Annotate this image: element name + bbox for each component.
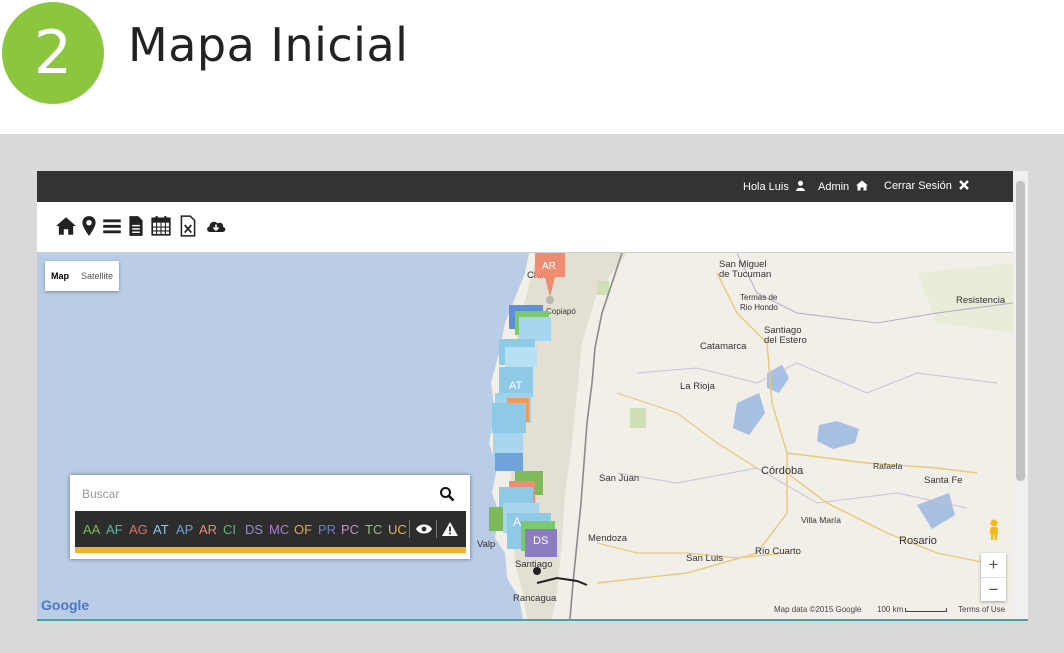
step-number-badge: 2 [2, 2, 104, 104]
top-bar: Hola Luis Admin Cerrar Sesión [37, 171, 1013, 202]
search-placeholder: Buscar [82, 487, 120, 501]
user-greeting-link[interactable]: Hola Luis [743, 180, 806, 193]
search-filter-panel: Buscar AA AF AG AT AP AR CI DS MC OF PR … [70, 475, 470, 559]
divider [436, 520, 437, 538]
zoom-in-button[interactable]: + [981, 553, 1006, 577]
panel-accent-bar [75, 547, 466, 553]
user-greeting-label: Hola Luis [743, 181, 789, 193]
marker[interactable] [519, 317, 551, 341]
category-filter-ap[interactable]: AP [176, 522, 193, 537]
toolbar [37, 202, 1013, 253]
category-filter-pr[interactable]: PR [318, 522, 336, 537]
category-filter-aa[interactable]: AA [83, 522, 100, 537]
zoom-out-button[interactable]: − [981, 577, 1006, 602]
map-scale: 100 km [877, 605, 948, 614]
eye-icon[interactable] [416, 523, 432, 535]
street-view-pegman-icon[interactable] [988, 519, 1000, 541]
close-icon [959, 180, 969, 190]
cloud-download-icon[interactable] [205, 215, 227, 237]
category-filter-ag[interactable]: AG [129, 522, 148, 537]
search-icon[interactable] [439, 486, 455, 502]
category-filter-af[interactable]: AF [106, 522, 123, 537]
home-icon[interactable] [55, 215, 77, 237]
home-icon [856, 180, 869, 191]
app-window: Hola Luis Admin Cerrar Sesión Map Satell… [37, 171, 1028, 621]
category-filter-ci[interactable]: CI [223, 522, 236, 537]
excel-export-icon[interactable] [177, 215, 199, 237]
category-filter-ar[interactable]: AR [199, 522, 217, 537]
marker[interactable] [505, 347, 537, 367]
step-title: Mapa Inicial [128, 18, 409, 72]
category-filter-tc[interactable]: TC [365, 522, 382, 537]
category-filter-mc[interactable]: MC [269, 522, 289, 537]
marker-label: AT [509, 380, 523, 392]
calendar-icon[interactable] [150, 215, 172, 237]
zoom-control: + − [981, 553, 1006, 601]
document-icon[interactable] [125, 215, 147, 237]
user-icon [796, 180, 805, 191]
terms-of-use-link[interactable]: Terms of Use [958, 605, 1005, 614]
admin-label: Admin [818, 181, 850, 193]
logout-link[interactable]: Cerrar Sesión [884, 180, 969, 192]
marker-label: DS [533, 535, 549, 547]
admin-link[interactable]: Admin [818, 180, 869, 193]
list-icon[interactable] [101, 215, 123, 237]
marker-pin[interactable] [535, 253, 565, 297]
marker-label: AR [542, 261, 556, 272]
scrollbar-thumb[interactable] [1016, 181, 1025, 481]
marker[interactable] [495, 453, 523, 471]
vertical-scrollbar[interactable] [1013, 171, 1028, 619]
divider [409, 520, 410, 538]
google-logo: Google [41, 597, 90, 613]
category-filter-bar: AA AF AG AT AP AR CI DS MC OF PR PC TC U… [75, 511, 466, 547]
search-input[interactable]: Buscar [77, 479, 463, 509]
map-pin-icon[interactable] [78, 215, 100, 237]
marker-label: A [513, 515, 522, 529]
category-filter-of[interactable]: OF [294, 522, 312, 537]
category-filter-pc[interactable]: PC [341, 522, 359, 537]
map-data-attribution: Map data ©2015 Google [774, 605, 862, 614]
category-filter-uc[interactable]: UC [388, 522, 407, 537]
map-markers [489, 253, 565, 575]
category-filter-ds[interactable]: DS [245, 522, 263, 537]
category-filter-at[interactable]: AT [153, 522, 169, 537]
scale-bar [905, 607, 948, 612]
map-view[interactable]: Map Satellite San Miguel de Tucuman Term… [37, 253, 1013, 619]
warning-icon[interactable] [442, 522, 458, 536]
map-scale-label: 100 km [877, 605, 904, 614]
marker[interactable] [492, 403, 526, 433]
logout-label: Cerrar Sesión [884, 180, 952, 192]
